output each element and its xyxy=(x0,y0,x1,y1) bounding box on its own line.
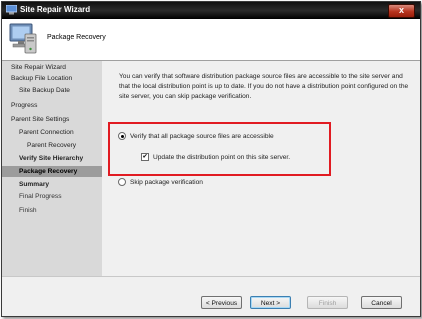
update-dp-label: Update the distribution point on this si… xyxy=(153,153,291,161)
update-dp-checkbox[interactable]: ✔ xyxy=(141,153,149,161)
step-backup-file-location: Backup File Location xyxy=(11,75,73,82)
step-package-recovery-current: Package Recovery xyxy=(2,166,102,177)
cancel-button[interactable]: Cancel xyxy=(361,296,402,309)
step-site-repair-wizard: Site Repair Wizard xyxy=(11,64,66,71)
step-progress: Progress xyxy=(11,102,38,109)
next-button[interactable]: Next > xyxy=(250,296,291,309)
update-distribution-point-option[interactable]: ✔ Update the distribution point on this … xyxy=(141,153,290,161)
checkmark-icon: ✔ xyxy=(142,154,148,160)
wizard-header: Package Recovery xyxy=(2,19,420,61)
wizard-content: You can verify that software distributio… xyxy=(103,61,420,276)
wizard-footer: < Previous Next > Finish Cancel xyxy=(2,276,420,316)
step-verify-site-hierarchy: Verify Site Hierarchy xyxy=(19,155,84,162)
skip-radio-button[interactable] xyxy=(118,178,126,186)
verify-package-files-option[interactable]: Verify that all package source files are… xyxy=(118,132,274,140)
skip-option-label: Skip package verification xyxy=(130,178,203,186)
close-icon: x xyxy=(398,5,404,15)
wizard-steps-sidebar: Site Repair Wizard Backup File Location … xyxy=(2,61,102,276)
verify-radio-button[interactable] xyxy=(118,132,126,140)
computer-wizard-icon xyxy=(9,23,37,54)
step-site-backup-date: Site Backup Date xyxy=(19,87,70,94)
step-summary: Summary xyxy=(19,181,50,188)
app-icon xyxy=(6,5,17,15)
skip-verification-option[interactable]: Skip package verification xyxy=(118,178,203,186)
step-parent-recovery: Parent Recovery xyxy=(27,142,77,149)
step-parent-site-settings: Parent Site Settings xyxy=(11,116,70,123)
step-final-progress: Final Progress xyxy=(19,193,62,200)
page-description: You can verify that software distributio… xyxy=(119,73,409,100)
title-bar[interactable]: Site Repair Wizard x xyxy=(2,2,420,19)
step-parent-connection: Parent Connection xyxy=(19,129,74,136)
finish-button[interactable]: Finish xyxy=(307,296,348,309)
step-finish: Finish xyxy=(19,207,37,214)
site-repair-wizard-window: Site Repair Wizard x Package Recovery Si… xyxy=(1,1,421,317)
previous-button[interactable]: < Previous xyxy=(201,296,242,309)
highlight-annotation-box xyxy=(108,122,331,176)
page-heading: Package Recovery xyxy=(47,34,106,41)
verify-option-label: Verify that all package source files are… xyxy=(130,132,274,140)
close-button[interactable]: x xyxy=(388,4,415,18)
window-title: Site Repair Wizard xyxy=(20,5,91,14)
